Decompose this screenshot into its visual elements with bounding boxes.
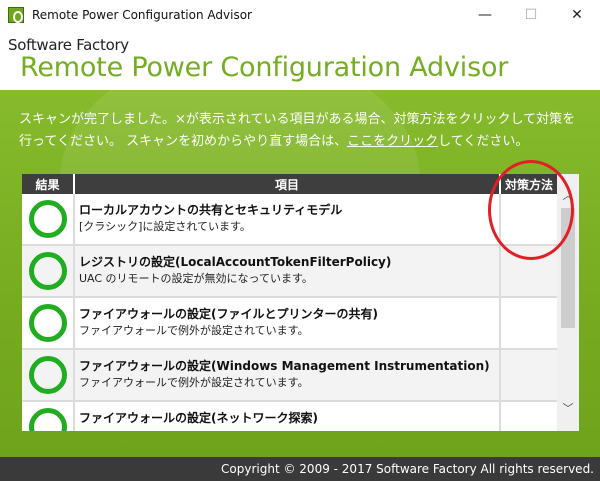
- item-title: レジストリの設定(LocalAccountTokenFilterPolicy): [79, 255, 392, 269]
- item-title: ファイアウォールの設定(Windows Management Instrumen…: [79, 359, 490, 373]
- item-description: UAC のリモートの設定が無効になっています。: [79, 272, 313, 285]
- table-header: 結果 項目 対策方法: [22, 174, 557, 194]
- item-cell: ファイアウォールの設定(ネットワーク探索): [75, 402, 501, 431]
- results-table: 結果 項目 対策方法 ローカルアカウントの共有とセキュリティモデル [クラシック…: [22, 174, 579, 431]
- close-button[interactable]: ✕: [554, 0, 600, 30]
- table-row: ファイアウォールの設定(ネットワーク探索): [22, 402, 557, 431]
- action-cell[interactable]: [501, 298, 557, 348]
- footer: Copyright © 2009 - 2017 Software Factory…: [0, 457, 600, 481]
- ok-circle-icon: [28, 304, 67, 342]
- action-cell[interactable]: [501, 402, 557, 431]
- header-item: 項目: [75, 174, 501, 194]
- minimize-button[interactable]: —: [462, 0, 508, 30]
- title-bar: Remote Power Configuration Advisor — ☐ ✕: [0, 0, 600, 30]
- item-title: ファイアウォールの設定(ネットワーク探索): [79, 411, 318, 425]
- scroll-down-icon[interactable]: ﹀: [557, 399, 579, 417]
- ok-circle-icon: [28, 252, 67, 290]
- maximize-button[interactable]: ☐: [508, 0, 554, 30]
- table-row: レジストリの設定(LocalAccountTokenFilterPolicy) …: [22, 246, 557, 298]
- app-header: Software Factory Remote Power Configurat…: [0, 30, 600, 90]
- item-cell: ファイアウォールの設定(Windows Management Instrumen…: [75, 350, 501, 400]
- action-cell[interactable]: [501, 350, 557, 400]
- copyright-text: Copyright © 2009 - 2017 Software Factory…: [221, 462, 594, 476]
- item-title: ローカルアカウントの共有とセキュリティモデル: [79, 203, 343, 217]
- result-cell: [22, 246, 75, 296]
- result-cell: [22, 350, 75, 400]
- app-icon: [8, 7, 24, 23]
- item-description: ファイアウォールで例外が設定されています。: [79, 324, 309, 337]
- action-cell[interactable]: [501, 246, 557, 296]
- item-cell: ローカルアカウントの共有とセキュリティモデル [クラシック]に設定されています。: [75, 194, 501, 244]
- result-cell: [22, 194, 75, 244]
- instructions-text: スキャンが完了しました。×が表示されている項目がある場合、対策方法をクリックして…: [19, 109, 584, 153]
- item-cell: ファイアウォールの設定(ファイルとプリンターの共有) ファイアウォールで例外が設…: [75, 298, 501, 348]
- app-title: Remote Power Configuration Advisor: [20, 52, 509, 83]
- instructions-after-link: してください。: [438, 134, 529, 149]
- restart-scan-link[interactable]: ここをクリック: [347, 134, 438, 149]
- ok-circle-icon: [28, 356, 67, 394]
- header-action: 対策方法: [504, 177, 553, 192]
- item-cell: レジストリの設定(LocalAccountTokenFilterPolicy) …: [75, 246, 501, 296]
- ok-circle-icon: [28, 408, 67, 431]
- ok-circle-icon: [28, 200, 67, 238]
- action-cell[interactable]: [501, 194, 557, 244]
- result-cell: [22, 402, 75, 431]
- window-title: Remote Power Configuration Advisor: [32, 8, 252, 22]
- table-row: ローカルアカウントの共有とセキュリティモデル [クラシック]に設定されています。: [22, 194, 557, 246]
- header-result: 結果: [22, 174, 75, 194]
- item-title: ファイアウォールの設定(ファイルとプリンターの共有): [79, 307, 378, 321]
- table-row: ファイアウォールの設定(ファイルとプリンターの共有) ファイアウォールで例外が設…: [22, 298, 557, 350]
- scroll-up-icon[interactable]: ︿: [557, 186, 579, 204]
- window-controls: — ☐ ✕: [462, 0, 600, 30]
- main-panel: スキャンが完了しました。×が表示されている項目がある場合、対策方法をクリックして…: [0, 90, 600, 457]
- table-scrollbar[interactable]: ︿ ﹀: [557, 174, 579, 431]
- scroll-thumb[interactable]: [561, 208, 575, 328]
- item-description: ファイアウォールで例外が設定されています。: [79, 376, 309, 389]
- result-cell: [22, 298, 75, 348]
- table-row: ファイアウォールの設定(Windows Management Instrumen…: [22, 350, 557, 402]
- item-description: [クラシック]に設定されています。: [79, 220, 251, 233]
- table-body: ローカルアカウントの共有とセキュリティモデル [クラシック]に設定されています。…: [22, 194, 557, 431]
